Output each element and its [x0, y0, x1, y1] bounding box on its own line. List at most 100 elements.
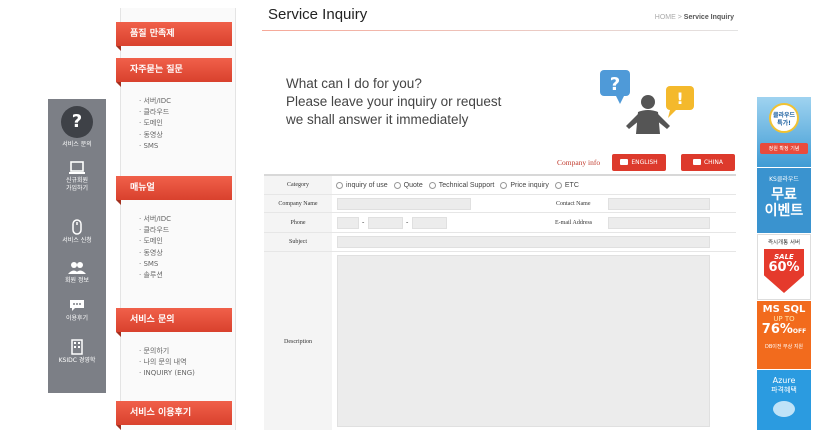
phone-field-1[interactable]	[337, 217, 359, 229]
nav-signup[interactable]: 신규회원 가입하기	[48, 161, 106, 201]
radio-icon	[554, 181, 562, 189]
phone-field-2[interactable]	[368, 217, 403, 229]
nav-service-inquiry[interactable]: ? 서비스 문의	[48, 104, 106, 154]
sidebar-section-inquiry[interactable]: 서비스 문의	[116, 308, 232, 337]
option-label: ETC	[564, 181, 579, 189]
radio-icon	[336, 181, 343, 189]
nav-label: 회원 정보	[65, 277, 89, 284]
sidebar-link[interactable]: · 도메인	[139, 118, 171, 129]
sidebar-link[interactable]: · 도메인	[139, 236, 171, 247]
banner-azure[interactable]: Azure 파격혜택	[757, 370, 811, 430]
category-option[interactable]: Quote	[393, 181, 423, 189]
banner-cloud-special[interactable]: 클라우드 특가! 정원 확정 기념	[757, 97, 811, 167]
radio-icon	[500, 181, 508, 189]
banner-caption: 즉시개통 서버	[767, 240, 801, 246]
email-label: E-mail Address	[555, 219, 593, 226]
sidebar-link[interactable]: · SMS	[139, 259, 171, 270]
phone-label: Phone	[264, 213, 332, 232]
nav-label: 이용후기	[65, 315, 89, 322]
sidebar-link[interactable]: · SMS	[139, 141, 171, 152]
sidebar-section-quality[interactable]: 품질 만족제	[116, 22, 232, 51]
inquiry-form: Category inquiry of use Quote Technical …	[264, 174, 736, 430]
company-name-label: Company Name	[264, 195, 332, 212]
banner-sale[interactable]: 즉시개통 서버 SALE 60%	[757, 234, 811, 300]
contact-name-field[interactable]	[608, 198, 710, 210]
nav-label: 신규회원 가입하기	[65, 177, 89, 192]
banner-title: 무료	[771, 187, 797, 203]
percent-value: 76%	[761, 322, 793, 337]
banner-ribbon: 정원 확정 기념	[760, 143, 808, 154]
intro-line: we shall answer it immediately	[286, 112, 469, 127]
description-label: Description	[264, 252, 332, 430]
title-divider	[262, 30, 738, 31]
english-label: ENGLISH	[631, 159, 658, 166]
breadcrumb-home[interactable]: HOME	[655, 14, 676, 21]
description-row: Description	[264, 252, 736, 430]
nav-label: KSIDC 경영학	[58, 357, 96, 364]
sidebar-link[interactable]: · 동영상	[139, 248, 171, 259]
option-label: Quote	[403, 181, 423, 189]
sidebar-link[interactable]: · INQUIRY (ENG)	[139, 368, 195, 379]
category-option[interactable]: inquiry of use	[336, 181, 388, 189]
subject-row: Subject	[264, 233, 736, 252]
email-field[interactable]	[608, 217, 710, 229]
phone-sep: -	[362, 218, 365, 226]
breadcrumb-separator: >	[677, 14, 682, 21]
china-button[interactable]: CHINA	[681, 154, 735, 171]
option-label: Technical Support	[438, 181, 495, 189]
banner-footer: DB이전 무상 지원	[764, 344, 804, 350]
category-options: inquiry of use Quote Technical Support P…	[336, 176, 585, 194]
radio-icon	[393, 181, 401, 189]
sidebar-link[interactable]: · 나의 문의 내역	[139, 357, 195, 368]
category-option[interactable]: ETC	[554, 181, 579, 189]
sidebar-section-faq[interactable]: 자주묻는 질문	[116, 58, 232, 87]
sidebar-section-manual[interactable]: 매뉴얼	[116, 176, 232, 205]
nav-member-info[interactable]: 회원 정보	[48, 261, 106, 291]
sidebar-link[interactable]: · 클라우드	[139, 225, 171, 236]
chat-icon	[70, 300, 84, 311]
intro-line: What can I do for you?	[286, 76, 422, 91]
sidebar-link[interactable]: · 서버/IDC	[139, 214, 171, 225]
inquiry-list: · 문의하기 · 나의 문의 내역 · INQUIRY (ENG)	[139, 346, 195, 380]
subject-field[interactable]	[337, 236, 710, 248]
sale-percent: 60%	[768, 260, 800, 275]
banner-percent: 76%OFF	[757, 323, 811, 339]
category-row: Category inquiry of use Quote Technical …	[264, 176, 736, 195]
nav-label: 서비스 문의	[62, 141, 92, 148]
sidebar-link[interactable]: · 동영상	[139, 130, 171, 141]
question-icon: ?	[61, 106, 93, 138]
laptop-icon	[69, 161, 85, 174]
banner-free-event[interactable]: KS클라우드 무료 이벤트	[757, 168, 811, 233]
radio-icon	[428, 181, 436, 189]
banner-mssql[interactable]: MS SQL UP TO 76%OFF DB이전 무상 지원	[757, 301, 811, 369]
banner-caption: KS클라우드	[769, 176, 799, 183]
faq-list: · 서버/IDC · 클라우드 · 도메인 · 동영상 · SMS	[139, 96, 171, 152]
company-name-field[interactable]	[337, 198, 471, 210]
banner-title: 이벤트	[764, 203, 804, 219]
manual-list: · 서버/IDC · 클라우드 · 도메인 · 동영상 · SMS · 솔루션	[139, 214, 171, 281]
sidebar-link[interactable]: · 클라우드	[139, 107, 171, 118]
option-label: Price inquiry	[510, 181, 549, 189]
left-quick-nav: ? 서비스 문의 신규회원 가입하기 서비스 신청 회원 정보 이용후기 KSI…	[48, 99, 106, 393]
nav-service-apply[interactable]: 서비스 신청	[48, 219, 106, 251]
page-title: Service Inquiry	[268, 6, 368, 23]
phone-field-3[interactable]	[412, 217, 447, 229]
banner-caption: 파격혜택	[771, 386, 797, 394]
intro-line: Please leave your inquiry or request	[286, 94, 502, 109]
description-textarea[interactable]	[337, 255, 710, 427]
category-option[interactable]: Price inquiry	[500, 181, 549, 189]
sidebar-link[interactable]: · 문의하기	[139, 346, 195, 357]
sidebar-link[interactable]: · 솔루션	[139, 270, 171, 281]
category-option[interactable]: Technical Support	[428, 181, 495, 189]
banner-title: Azure	[772, 376, 796, 385]
english-button[interactable]: ENGLISH	[612, 154, 666, 171]
company-row: Company Name Contact Name	[264, 195, 736, 213]
nav-ksidc[interactable]: KSIDC 경영학	[48, 339, 106, 369]
svg-text:?: ?	[610, 74, 620, 95]
contact-name-label: Contact Name	[556, 200, 591, 207]
nav-reviews[interactable]: 이용후기	[48, 299, 106, 329]
breadcrumb: HOME > Service Inquiry	[655, 14, 734, 21]
sidebar-link[interactable]: · 서버/IDC	[139, 96, 171, 107]
sidebar-section-reviews[interactable]: 서비스 이용후기	[116, 401, 232, 430]
badge-line: 클라우드	[772, 112, 796, 119]
